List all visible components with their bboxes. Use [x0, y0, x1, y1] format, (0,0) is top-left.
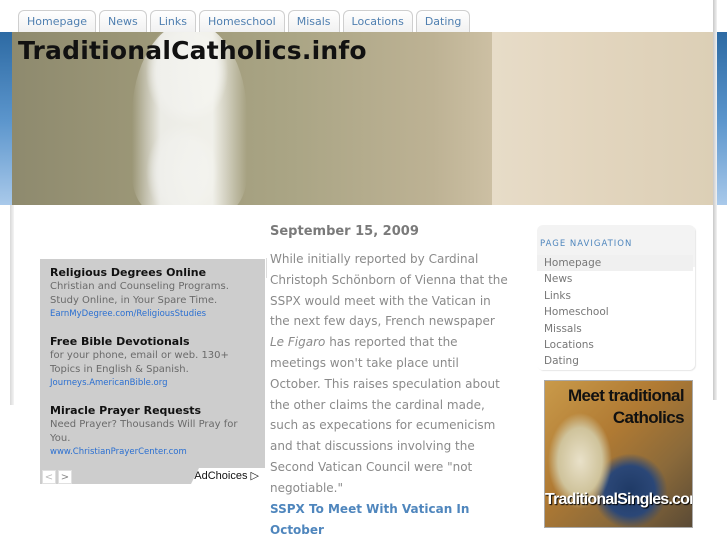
ad-item[interactable]: Religious Degrees Online Christian and C…	[50, 266, 260, 321]
ad-site-name: TraditionalSingles.com	[545, 491, 693, 508]
page-navigation-heading: PAGE NAVIGATION	[540, 239, 633, 249]
tab-homepage[interactable]: Homepage	[18, 10, 96, 32]
tab-misals[interactable]: Misals	[287, 10, 340, 32]
sidebar-item-homepage[interactable]: Homepage	[537, 255, 693, 272]
right-shadow	[713, 0, 717, 400]
post-title-link[interactable]: SSPX To Meet With Vatican In October	[270, 499, 510, 541]
post: September 15, 2009 While initially repor…	[270, 224, 510, 541]
tab-links[interactable]: Links	[149, 10, 196, 32]
ad-item[interactable]: Free Bible Devotionals for your phone, e…	[50, 335, 260, 390]
page-navigation-list: Homepage News Links Homeschool Missals L…	[537, 255, 693, 370]
ad-title[interactable]: Miracle Prayer Requests	[50, 404, 260, 418]
post-date: September 15, 2009	[270, 224, 419, 239]
tab-locations[interactable]: Locations	[342, 10, 413, 32]
traditional-singles-banner-ad[interactable]: Meet traditional Catholics TraditionalSi…	[544, 380, 693, 528]
ad-description: Need Prayer? Thousands Will Pray for You…	[50, 419, 238, 444]
tab-homeschool[interactable]: Homeschool	[198, 10, 285, 32]
ad-url[interactable]: Journeys.AmericanBible.org	[50, 377, 260, 390]
ad-url[interactable]: EarnMyDegree.com/ReligiousStudies	[50, 308, 260, 321]
sidebar-item-dating[interactable]: Dating	[537, 353, 693, 369]
post-quote-rule	[266, 258, 267, 278]
sidebar-item-missals[interactable]: Missals	[537, 321, 693, 337]
ad-headline-line1: Meet traditional	[567, 386, 685, 405]
sidebar-item-news[interactable]: News	[537, 271, 693, 287]
post-body-italic: Le Figaro	[270, 335, 326, 350]
tab-dating[interactable]: Dating	[415, 10, 471, 32]
sidebar-item-links[interactable]: Links	[537, 288, 693, 304]
ad-description: for your phone, email or web. 130+ Topic…	[50, 350, 229, 375]
ad-title[interactable]: Religious Degrees Online	[50, 266, 260, 280]
chevron-right-icon[interactable]: >	[58, 470, 72, 484]
top-tabs: Homepage News Links Homeschool Misals Lo…	[18, 10, 471, 32]
adchoices-button[interactable]: AdChoices ▷	[191, 468, 265, 484]
ad-headline: Meet traditional Catholics	[545, 385, 692, 429]
ad-headline-line2: Catholics	[612, 408, 685, 427]
site-title[interactable]: TraditionalCatholics.info	[18, 36, 367, 65]
ad-item[interactable]: Miracle Prayer Requests Need Prayer? Tho…	[50, 404, 260, 459]
left-shadow	[10, 205, 14, 405]
post-body-text: While initially reported by Cardinal Chr…	[270, 252, 508, 329]
tab-news[interactable]: News	[98, 10, 147, 32]
ad-pagination: < >	[40, 470, 72, 484]
sidebar-item-locations[interactable]: Locations	[537, 337, 693, 353]
ad-description: Christian and Counseling Programs. Study…	[50, 281, 229, 306]
ad-url[interactable]: www.ChristianPrayerCenter.com	[50, 446, 260, 459]
post-body: While initially reported by Cardinal Chr…	[270, 249, 510, 499]
wall-texture	[492, 32, 713, 205]
ad-title[interactable]: Free Bible Devotionals	[50, 335, 260, 349]
text-ad-block: Religious Degrees Online Christian and C…	[40, 259, 265, 484]
sidebar-item-homeschool[interactable]: Homeschool	[537, 304, 693, 320]
chevron-left-icon[interactable]: <	[42, 470, 56, 484]
post-body-text: has reported that the meetings won't tak…	[270, 335, 500, 495]
